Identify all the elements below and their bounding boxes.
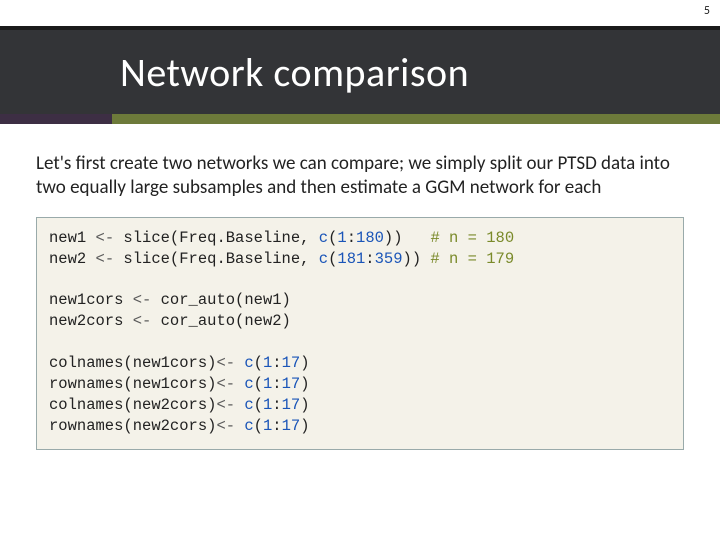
code-operator: <- bbox=[216, 417, 235, 435]
code-paren: ( bbox=[254, 396, 263, 414]
code-operator: <- bbox=[96, 250, 115, 268]
code-colon: : bbox=[272, 354, 281, 372]
code-fn-c: c bbox=[244, 375, 253, 393]
code-token: slice(Freq.Baseline, bbox=[114, 229, 319, 247]
code-fn-c: c bbox=[319, 229, 328, 247]
code-fn-c: c bbox=[244, 417, 253, 435]
code-operator: <- bbox=[133, 312, 152, 330]
body-paragraph: Let's first create two networks we can c… bbox=[0, 124, 720, 213]
code-token: rownames(new1cors) bbox=[49, 375, 216, 393]
code-colon: : bbox=[272, 396, 281, 414]
code-token: new1cors bbox=[49, 291, 133, 309]
code-colon: : bbox=[272, 417, 281, 435]
code-line: rownames(new2cors)<- c(1:17) bbox=[49, 417, 310, 435]
code-number: 1 bbox=[263, 417, 272, 435]
code-number: 17 bbox=[282, 396, 301, 414]
code-paren: ) bbox=[300, 375, 309, 393]
code-space bbox=[235, 375, 244, 393]
code-fn-c: c bbox=[244, 354, 253, 372]
code-paren: ( bbox=[254, 375, 263, 393]
code-line: new1 <- slice(Freq.Baseline, c(1:180)) #… bbox=[49, 229, 514, 247]
code-number: 181 bbox=[337, 250, 365, 268]
code-number: 1 bbox=[263, 375, 272, 393]
code-paren: ( bbox=[328, 250, 337, 268]
code-line: colnames(new2cors)<- c(1:17) bbox=[49, 396, 310, 414]
code-number: 17 bbox=[282, 354, 301, 372]
code-space bbox=[235, 354, 244, 372]
code-paren: ) bbox=[300, 354, 309, 372]
code-number: 1 bbox=[337, 229, 346, 247]
code-colon: : bbox=[365, 250, 374, 268]
code-comment: # n = 179 bbox=[430, 250, 514, 268]
code-token: colnames(new2cors) bbox=[49, 396, 216, 414]
code-paren: )) bbox=[403, 250, 431, 268]
code-number: 17 bbox=[282, 375, 301, 393]
slide-title: Network comparison bbox=[120, 48, 469, 97]
code-token: rownames(new2cors) bbox=[49, 417, 216, 435]
code-paren: ( bbox=[254, 354, 263, 372]
code-token: new1 bbox=[49, 229, 96, 247]
code-operator: <- bbox=[216, 354, 235, 372]
code-fn-c: c bbox=[319, 250, 328, 268]
accent-right bbox=[112, 114, 720, 124]
code-line: rownames(new1cors)<- c(1:17) bbox=[49, 375, 310, 393]
title-top-gap bbox=[0, 0, 720, 26]
code-comment: # n = 180 bbox=[430, 229, 514, 247]
code-operator: <- bbox=[133, 291, 152, 309]
code-operator: <- bbox=[216, 375, 235, 393]
title-main-bar: Network comparison bbox=[0, 30, 720, 114]
code-operator: <- bbox=[96, 229, 115, 247]
page-number: 5 bbox=[704, 4, 710, 18]
code-line: new2 <- slice(Freq.Baseline, c(181:359))… bbox=[49, 250, 514, 268]
code-number: 1 bbox=[263, 354, 272, 372]
code-number: 1 bbox=[263, 396, 272, 414]
code-number: 359 bbox=[375, 250, 403, 268]
title-block: Network comparison bbox=[0, 0, 720, 124]
code-space bbox=[235, 396, 244, 414]
code-paren: ) bbox=[300, 417, 309, 435]
code-number: 17 bbox=[282, 417, 301, 435]
code-line: new2cors <- cor_auto(new2) bbox=[49, 312, 291, 330]
code-block: new1 <- slice(Freq.Baseline, c(1:180)) #… bbox=[36, 217, 684, 450]
code-operator: <- bbox=[216, 396, 235, 414]
code-line: new1cors <- cor_auto(new1) bbox=[49, 291, 291, 309]
code-paren: ) bbox=[300, 396, 309, 414]
code-colon: : bbox=[347, 229, 356, 247]
accent-left bbox=[0, 114, 112, 124]
code-space bbox=[235, 417, 244, 435]
code-number: 180 bbox=[356, 229, 384, 247]
code-paren: ( bbox=[328, 229, 337, 247]
code-token: slice(Freq.Baseline, bbox=[114, 250, 319, 268]
title-accent-bar bbox=[0, 114, 720, 124]
code-token: cor_auto(new2) bbox=[151, 312, 291, 330]
code-token: cor_auto(new1) bbox=[151, 291, 291, 309]
code-colon: : bbox=[272, 375, 281, 393]
code-paren: ( bbox=[254, 417, 263, 435]
code-token: new2 bbox=[49, 250, 96, 268]
code-token: new2cors bbox=[49, 312, 133, 330]
code-paren: )) bbox=[384, 229, 431, 247]
code-line: colnames(new1cors)<- c(1:17) bbox=[49, 354, 310, 372]
code-fn-c: c bbox=[244, 396, 253, 414]
code-token: colnames(new1cors) bbox=[49, 354, 216, 372]
